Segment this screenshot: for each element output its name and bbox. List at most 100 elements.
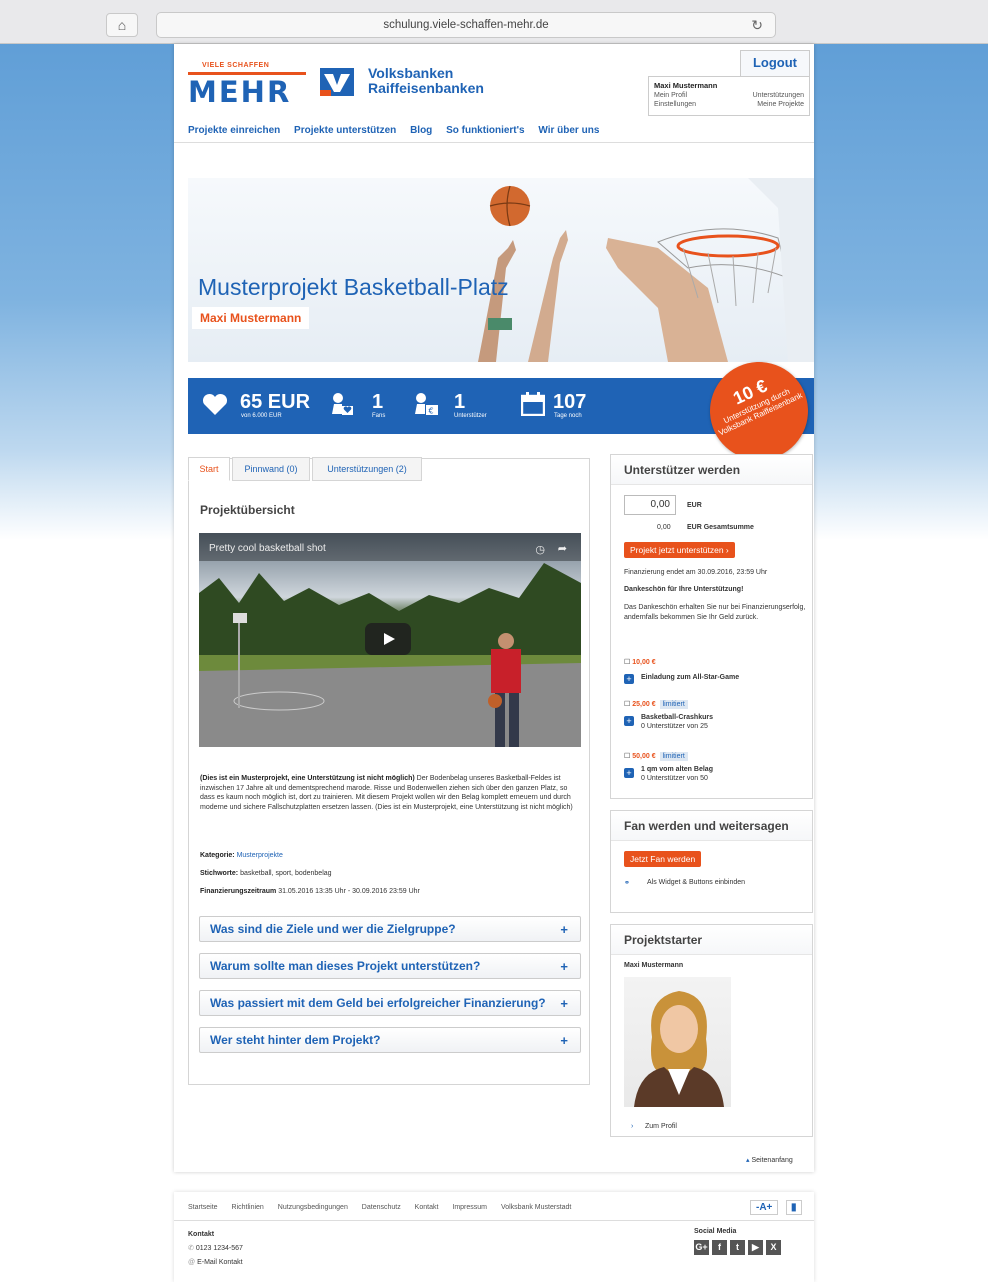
facebook-icon[interactable]: f — [712, 1240, 727, 1255]
footer-links: Startseite Richtlinien Nutzungsbedingung… — [188, 1204, 583, 1211]
tab-pinnwand[interactable]: Pinnwand (0) — [232, 457, 310, 481]
perk-3-title[interactable]: 1 qm vom alten Belag — [641, 766, 713, 773]
clock-icon[interactable]: ◷ — [535, 543, 545, 556]
perk-3-price-row: ☐ 50,00 € limitiert — [624, 752, 688, 761]
checkbox-icon[interactable]: ☐ — [624, 701, 630, 708]
support-now-button[interactable]: Projekt jetzt unterstützen › — [624, 542, 735, 558]
widget-link[interactable]: Als Widget & Buttons einbinden — [647, 879, 745, 886]
starter-name: Maxi Mustermann — [624, 962, 684, 969]
logo-mehr[interactable]: MEHR — [188, 75, 291, 109]
accordion-money[interactable]: Was passiert mit dem Geld bei erfolgreic… — [199, 990, 581, 1016]
perk-1-title[interactable]: Einladung zum All-Star-Game — [641, 674, 739, 681]
plus-icon: + — [560, 1033, 568, 1048]
play-button[interactable] — [365, 623, 411, 655]
settings-link[interactable]: Einstellungen — [654, 100, 696, 109]
volksbank-logo-icon — [320, 68, 354, 96]
accordion-why[interactable]: Warum sollte man dieses Projekt unterstü… — [199, 953, 581, 979]
nav-wir-ueber-uns[interactable]: Wir über uns — [538, 125, 599, 136]
footer-link-nutzungsbedingungen[interactable]: Nutzungsbedingungen — [278, 1204, 348, 1211]
total-value: 0,00 — [657, 524, 671, 531]
thanks-title: Dankeschön für Ihre Unterstützung! — [624, 586, 744, 593]
contrast-button[interactable]: ▮ — [786, 1200, 802, 1215]
project-tabs: Start Pinnwand (0) Unterstützungen (2) — [188, 457, 591, 481]
footer-link-datenschutz[interactable]: Datenschutz — [362, 1204, 401, 1211]
reload-icon[interactable]: ↻ — [751, 17, 763, 34]
amount-input[interactable]: 0,00 — [624, 495, 676, 515]
footer-divider — [174, 1220, 814, 1221]
nav-projekte-einreichen[interactable]: Projekte einreichen — [188, 125, 280, 136]
nav-so-funktionierts[interactable]: So funktioniert's — [446, 125, 525, 136]
footer: Startseite Richtlinien Nutzungsbedingung… — [174, 1192, 814, 1282]
video-title: Pretty cool basketball shot — [209, 543, 326, 554]
twitter-icon[interactable]: t — [730, 1240, 745, 1255]
stat-days-label: Tage noch — [554, 413, 582, 419]
footer-contact: Kontakt ✆ 0123 1234-567 @ E-Mail Kontakt — [188, 1228, 243, 1270]
font-size-button[interactable]: -A+ — [750, 1200, 779, 1215]
youtube-icon[interactable]: ▶ — [748, 1240, 763, 1255]
stat-amount: 65 EUR — [240, 391, 311, 413]
heart-icon — [202, 393, 228, 415]
project-title: Musterprojekt Basketball-Platz — [198, 274, 509, 300]
email-icon: @ — [188, 1259, 196, 1266]
xing-icon[interactable]: X — [766, 1240, 781, 1255]
social-title: Social Media — [694, 1228, 737, 1235]
section-title: Projektübersicht — [200, 503, 295, 517]
period-value: 31.05.2016 13:35 Uhr - 30.09.2016 23:59 … — [278, 888, 420, 895]
email-link[interactable]: E-Mail Kontakt — [197, 1259, 243, 1266]
phone-row: ✆ 0123 1234-567 — [188, 1242, 243, 1256]
back-to-top-link[interactable]: ▴ Seitenanfang — [746, 1156, 793, 1164]
home-icon[interactable]: ⌂ — [106, 13, 138, 37]
nav-projekte-unterstuetzen[interactable]: Projekte unterstützen — [294, 125, 396, 136]
video-player[interactable]: Pretty cool basketball shot ◷ ➦ — [199, 533, 581, 747]
tab-start[interactable]: Start — [188, 457, 230, 481]
perk-2-sub: 0 Unterstützer von 25 — [641, 723, 708, 730]
checkbox-icon[interactable]: ☐ — [624, 659, 630, 666]
address-bar[interactable]: schulung.viele-schaffen-mehr.de ↻ — [156, 12, 776, 38]
share-icon[interactable]: ➦ — [558, 542, 567, 555]
stat-supporters: 1 — [454, 391, 466, 413]
supports-link[interactable]: Unterstützungen — [753, 91, 804, 100]
footer-link-volksbank[interactable]: Volksbank Musterstadt — [501, 1204, 571, 1211]
perk-2-title[interactable]: Basketball-Crashkurs — [641, 714, 713, 721]
checkbox-icon[interactable]: ☐ — [624, 753, 630, 760]
my-profile-link[interactable]: Mein Profil — [654, 91, 696, 100]
funding-end: Finanzierung endet am 30.09.2016, 23:59 … — [624, 569, 768, 576]
footer-link-kontakt[interactable]: Kontakt — [415, 1204, 439, 1211]
phone-number[interactable]: 0123 1234-567 — [196, 1245, 243, 1252]
starter-photo[interactable] — [624, 977, 731, 1107]
perk-1-price-row: ☐ 10,00 € — [624, 658, 656, 666]
footer-link-impressum[interactable]: Impressum — [452, 1204, 487, 1211]
accordion-who[interactable]: Wer steht hinter dem Projekt? + — [199, 1027, 581, 1053]
accordion-goals[interactable]: Was sind die Ziele und wer die Zielgrupp… — [199, 916, 581, 942]
main-content: Start Pinnwand (0) Unterstützungen (2) P… — [188, 457, 591, 1085]
nav-blog[interactable]: Blog — [410, 125, 432, 136]
bank-name: Volksbanken Raiffeisenbanken — [368, 66, 484, 96]
category-link[interactable]: Musterprojekte — [237, 852, 283, 859]
social-media: Social Media G+ f t ▶ X — [694, 1228, 784, 1255]
project-description: (Dies ist ein Musterprojekt, eine Unters… — [200, 774, 574, 812]
perk-1-add-button[interactable]: + — [624, 674, 634, 684]
project-starter-name[interactable]: Maxi Mustermann — [192, 307, 310, 329]
plus-icon: + — [560, 922, 568, 937]
perk-1-price: 10,00 € — [632, 659, 656, 666]
profile-link[interactable]: Zum Profil — [645, 1123, 677, 1130]
tab-unterstuetzungen[interactable]: Unterstützungen (2) — [312, 457, 422, 481]
footer-link-startseite[interactable]: Startseite — [188, 1204, 218, 1211]
perk-2-add-button[interactable]: + — [624, 716, 634, 726]
footer-link-richtlinien[interactable]: Richtlinien — [232, 1204, 264, 1211]
become-fan-button[interactable]: Jetzt Fan werden — [624, 851, 702, 867]
total-label: EUR Gesamtsumme — [687, 524, 754, 531]
logout-button[interactable]: Logout — [740, 50, 810, 76]
perk-3-limit: limitiert — [659, 752, 688, 761]
fan-title: Fan werden und weitersagen — [611, 811, 812, 841]
calendar-icon — [521, 392, 545, 416]
page-container: VIELE SCHAFFEN MEHR Volksbanken Raiffeis… — [174, 44, 825, 1172]
fan-icon — [332, 393, 353, 415]
google-plus-icon[interactable]: G+ — [694, 1240, 709, 1255]
perk-3-add-button[interactable]: + — [624, 768, 634, 778]
perk-3-price: 50,00 € — [632, 753, 656, 760]
my-projects-link[interactable]: Meine Projekte — [753, 100, 804, 109]
accordion-money-label: Was passiert mit dem Geld bei erfolgreic… — [210, 996, 546, 1010]
starter-title: Projektstarter — [611, 925, 812, 955]
perk-2-price: 25,00 € — [632, 701, 656, 708]
